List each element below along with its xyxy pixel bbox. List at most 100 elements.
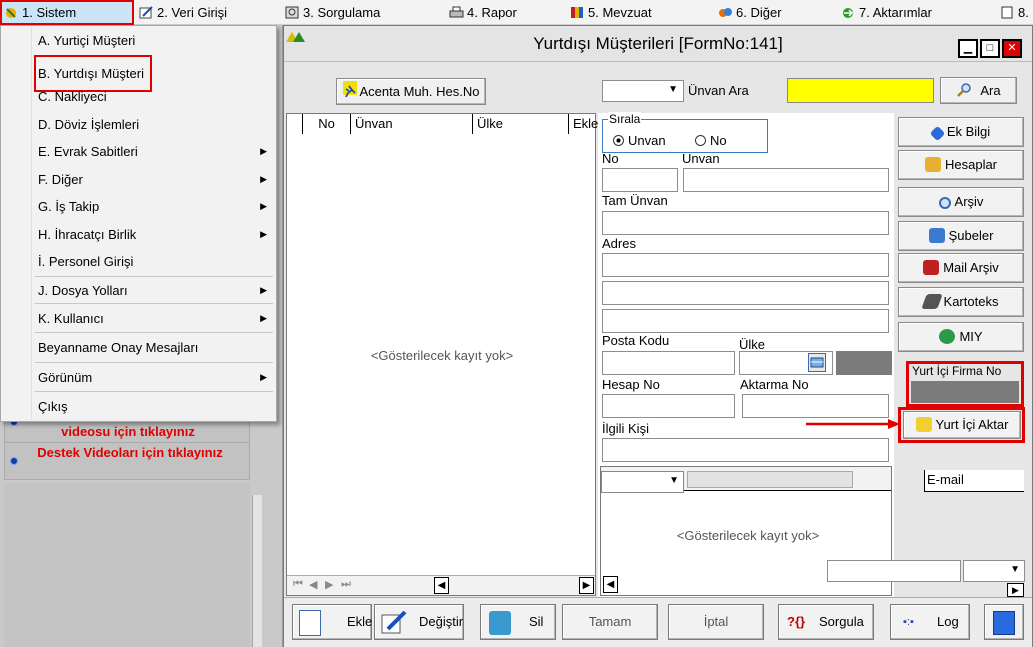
menu-item-gorunum[interactable]: Görünüm ▶ [2, 364, 275, 391]
menu-sistem[interactable]: 1. Sistem [0, 0, 134, 25]
tamam-button[interactable]: Tamam [562, 604, 658, 640]
column-header-no[interactable]: No [303, 114, 351, 134]
mail-arsiv-button[interactable]: Mail Arşiv [898, 253, 1024, 283]
left-panel-scrollbar[interactable] [252, 495, 262, 647]
sil-label: Sil [529, 614, 544, 629]
menu-veri-girisi[interactable]: 2. Veri Girişi [139, 0, 227, 25]
menu-8[interactable]: 8. [1000, 0, 1029, 25]
submenu-arrow-icon: ▶ [260, 372, 267, 382]
submenu-arrow-icon: ▶ [260, 146, 267, 156]
sorgula-button[interactable]: ?{} Sorgula [778, 604, 874, 640]
tam-unvan-input[interactable] [602, 211, 889, 235]
exit-door-icon [993, 611, 1015, 635]
chevron-down-icon: ▼ [1010, 564, 1020, 575]
radio-unvan[interactable]: Unvan [613, 133, 666, 148]
degistir-button[interactable]: Değiştir [374, 604, 464, 640]
radio-unvan-label: Unvan [628, 133, 666, 148]
contacts-filter[interactable] [687, 471, 853, 488]
menu-rapor[interactable]: 4. Rapor [449, 0, 517, 25]
menu-item-label: K. Kullanıcı [38, 311, 104, 326]
menu-rapor-label: 4. Rapor [467, 5, 517, 20]
books-icon [570, 2, 585, 18]
menu-item-beyanname-onay[interactable]: Beyanname Onay Mesajları [2, 334, 275, 361]
chevron-down-icon: ▼ [668, 84, 678, 95]
menu-separator [35, 391, 273, 392]
ekle-button[interactable]: Ekle [292, 604, 372, 640]
aktarma-no-input[interactable] [742, 394, 889, 418]
menu-item-doviz-islemleri[interactable]: D. Döviz İşlemleri [2, 111, 275, 138]
video-link-2[interactable]: Destek Videoları için tıklayınız [30, 445, 230, 460]
arsiv-button[interactable]: Arşiv [898, 187, 1024, 217]
menu-item-ihracatci-birlik[interactable]: H. İhracatçı Birlik ▶ [2, 221, 275, 248]
ekle-label: Ekle [347, 614, 373, 629]
search-field-select[interactable]: ▼ [602, 80, 684, 102]
posta-kodu-input[interactable] [602, 351, 735, 375]
menu-item-kullanici[interactable]: K. Kullanıcı ▶ [2, 305, 275, 332]
menu-item-is-takip[interactable]: G. İş Takip ▶ [2, 193, 275, 220]
contacts-type-select[interactable]: ▼ [601, 471, 684, 493]
menu-item-label: D. Döviz İşlemleri [38, 117, 140, 132]
nav-first-button[interactable]: ⏮ [293, 578, 303, 591]
column-header-unvan[interactable]: Ünvan [351, 114, 473, 134]
menu-aktarimlar[interactable]: 7. Aktarımlar [841, 0, 932, 25]
menu-sorgulama[interactable]: 3. Sorgulama [285, 0, 380, 25]
ek-bilgi-button[interactable]: Ek Bilgi [898, 117, 1024, 147]
ulke-lookup-button[interactable] [808, 353, 826, 372]
unvan-input[interactable] [683, 168, 889, 192]
menu-mevzuat-label: 5. Mevzuat [588, 5, 652, 20]
no-input[interactable] [602, 168, 678, 192]
menu-item-dosya-yollari[interactable]: J. Dosya Yolları ▶ [2, 277, 275, 304]
kartoteks-button[interactable]: Kartoteks [898, 287, 1024, 317]
ulke-name-display [836, 351, 892, 375]
menu-item-label: H. İhracatçı Birlik [38, 227, 137, 242]
nav-prev-button[interactable]: ◀ [309, 578, 317, 591]
hesap-no-input[interactable] [602, 394, 735, 418]
hscroll-left-button[interactable]: ◀ [434, 577, 449, 594]
label-unvan: Unvan [682, 151, 720, 166]
label-ilgili-kisi: İlgili Kişi [602, 421, 649, 436]
ek-bilgi-label: Ek Bilgi [946, 124, 991, 139]
miy-button[interactable]: MIY [898, 322, 1024, 352]
menu-diger-label: 6. Diğer [736, 5, 782, 20]
subeler-label: Şubeler [948, 228, 994, 243]
adres-input-1[interactable] [602, 253, 889, 277]
menu-item-evrak-sabitleri[interactable]: E. Evrak Sabitleri ▶ [2, 138, 275, 165]
log-button[interactable]: ▪:▪ Log [890, 604, 970, 640]
contacts-hscroll-left-button[interactable]: ◀ [603, 576, 618, 593]
adres-input-3[interactable] [602, 309, 889, 333]
video-link-1[interactable]: videosu için tıklayınız [8, 424, 248, 439]
menu-item-yurtici-musteri[interactable]: A. Yurtiçi Müşteri [2, 27, 275, 54]
chevron-down-icon: ▼ [669, 475, 679, 486]
search-input[interactable] [787, 78, 934, 103]
hscroll-right-button[interactable]: ▶ [579, 577, 594, 594]
menu-veri-girisi-label: 2. Veri Girişi [157, 5, 228, 20]
adres-input-2[interactable] [602, 281, 889, 305]
subeler-button[interactable]: Şubeler [898, 221, 1024, 251]
contacts-hscroll-right-button[interactable]: ▶ [1007, 583, 1024, 597]
exit-button[interactable] [984, 604, 1024, 640]
ara-button[interactable]: Ara [940, 77, 1017, 104]
menu-mevzuat[interactable]: 5. Mevzuat [570, 0, 652, 25]
hesaplar-button[interactable]: Hesaplar [898, 150, 1024, 180]
menu-item-nakliyeci[interactable]: C. Nakliyeci [2, 83, 275, 110]
menu-diger[interactable]: 6. Diğer [718, 0, 782, 25]
customer-grid[interactable]: No Ünvan Ülke Ekle <Gösterilecek kayıt y… [286, 113, 598, 596]
nav-next-button[interactable]: ▶ [325, 578, 333, 591]
iptal-button[interactable]: İptal [668, 604, 764, 640]
menu-item-yurtdisi-musteri[interactable]: B. Yurtdışı Müşteri [2, 55, 275, 92]
nav-last-button[interactable]: ⏭ [341, 578, 351, 591]
acenta-button[interactable]: Acenta Muh. Hes.No [336, 78, 486, 105]
minimize-button[interactable]: ▁ [958, 39, 978, 58]
column-header-ekle[interactable]: Ekle [569, 114, 598, 134]
menu-item-diger[interactable]: F. Diğer ▶ [2, 166, 275, 193]
column-header-ulke[interactable]: Ülke [473, 114, 569, 134]
contacts-extra-input-1[interactable] [827, 560, 961, 582]
maximize-button[interactable]: □ [980, 39, 1000, 58]
close-button[interactable]: ✕ [1002, 39, 1022, 58]
radio-no[interactable]: No [695, 133, 727, 148]
contacts-extra-input-2[interactable]: ▼ [963, 560, 1025, 582]
menu-item-personel-girisi[interactable]: İ. Personel Girişi [2, 248, 275, 275]
ilgili-kisi-input[interactable] [602, 438, 889, 462]
sil-button[interactable]: Sil [480, 604, 556, 640]
menu-item-cikis[interactable]: Çıkış [2, 393, 275, 420]
